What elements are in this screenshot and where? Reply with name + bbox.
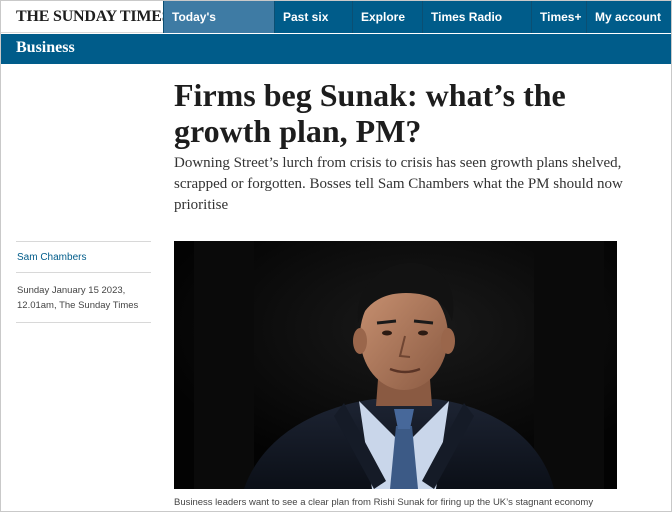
- nav-times-radio-label: Times Radio: [431, 10, 503, 24]
- byline: Sam Chambers Sunday January 15 2023, 12.…: [16, 241, 151, 323]
- nav-my-account[interactable]: My account: [586, 1, 671, 53]
- photo-caption: Business leaders want to see a clear pla…: [174, 497, 594, 508]
- nav-todays-sections[interactable]: Today's sections: [163, 1, 274, 56]
- publish-date-line-1: Sunday January 15 2023,: [17, 285, 126, 296]
- section-title-business[interactable]: Business: [16, 39, 75, 57]
- top-navigation: THE SUNDAY TIMES Today's sections Past s…: [1, 1, 671, 56]
- portrait-illustration: [174, 241, 617, 489]
- page: THE SUNDAY TIMES Today's sections Past s…: [0, 0, 672, 512]
- publish-date: Sunday January 15 2023, 12.01am, The Sun…: [16, 273, 151, 322]
- nav-explore-label: Explore: [361, 10, 406, 24]
- nav-times-plus[interactable]: Times+: [531, 1, 586, 33]
- lead-photo: [174, 241, 617, 489]
- nav-times-radio[interactable]: Times Radio: [422, 1, 530, 33]
- divider: [16, 322, 151, 323]
- article-headline: Firms beg Sunak: what’s the growth plan,…: [174, 77, 566, 149]
- author-link[interactable]: Sam Chambers: [16, 242, 151, 272]
- nav-times-plus-label: Times+: [540, 10, 582, 24]
- nav-my-account-label: My account: [595, 10, 662, 24]
- publish-date-line-2: 12.01am, The Sunday Times: [17, 300, 139, 311]
- site-logo[interactable]: THE SUNDAY TIMES: [16, 8, 171, 26]
- article-standfirst: Downing Street’s lurch from crisis to cr…: [174, 155, 623, 213]
- section-bar: Business: [1, 34, 671, 64]
- nav-explore[interactable]: Explore: [352, 1, 422, 53]
- nav-past-six-days[interactable]: Past six days: [274, 1, 352, 56]
